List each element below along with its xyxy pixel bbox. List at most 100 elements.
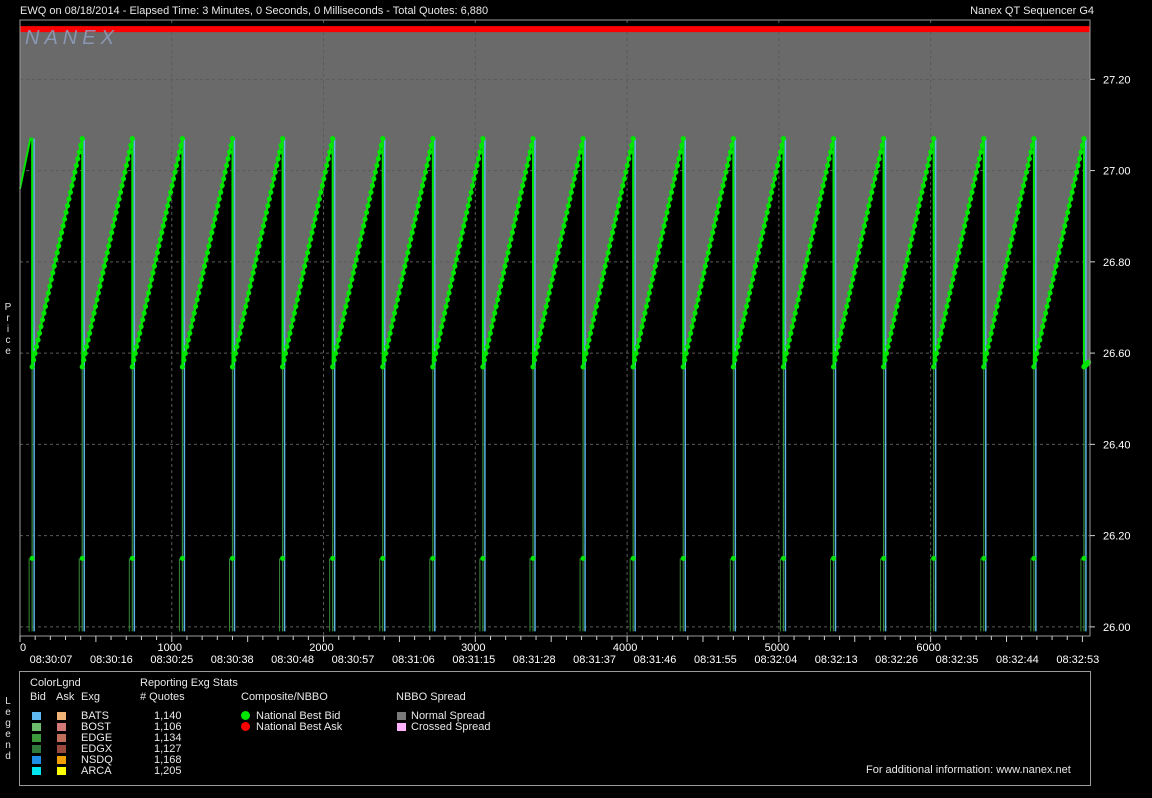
low-bid-marker	[179, 555, 185, 561]
best-bid-point	[467, 196, 473, 202]
best-bid-point	[985, 344, 991, 350]
best-bid-point	[72, 169, 78, 175]
best-bid-point	[911, 223, 918, 229]
best-bid-point	[144, 297, 150, 303]
best-bid-point	[1065, 209, 1071, 216]
best-bid-point	[1003, 263, 1009, 269]
best-bid-point	[237, 330, 243, 336]
best-bid-point	[150, 270, 156, 276]
best-bid-point	[667, 196, 673, 202]
best-bid-point	[1044, 303, 1050, 309]
best-bid-point	[447, 283, 454, 289]
nanex-watermark: NANEX	[25, 27, 119, 49]
best-bid-point	[863, 216, 869, 222]
best-bid-point	[852, 263, 859, 269]
best-bid-point	[791, 317, 797, 323]
best-bid-point	[926, 156, 932, 162]
crossed-spread-swatch	[397, 723, 406, 731]
best-bid-point	[931, 364, 937, 370]
best-ask-label: National Best Ask	[256, 721, 343, 733]
best-bid-point	[945, 297, 952, 303]
best-bid-point	[991, 317, 997, 323]
best-bid-point	[960, 229, 966, 236]
y-tick-label: 27.00	[1103, 166, 1131, 178]
best-bid-point	[1060, 229, 1066, 236]
best-bid-point	[458, 236, 464, 242]
low-bid-marker	[430, 555, 436, 561]
best-bid-point	[496, 290, 502, 296]
low-bid-marker	[129, 555, 135, 561]
best-bid-point	[481, 357, 487, 363]
best-bid-point	[154, 250, 160, 256]
ask-color-swatch	[57, 745, 66, 753]
best-bid-point	[907, 243, 913, 249]
best-bid-point	[82, 350, 88, 356]
best-bid-point	[294, 297, 300, 303]
best-bid-point	[826, 156, 832, 162]
best-bid-point	[78, 142, 84, 148]
best-bid-point	[876, 156, 882, 162]
best-bid-point	[325, 156, 331, 162]
time-tick-label: 08:30:38	[211, 654, 254, 666]
best-bid-point	[63, 209, 69, 216]
best-bid-point	[452, 263, 458, 269]
best-bid-point	[147, 283, 153, 289]
best-bid-point	[340, 317, 346, 323]
best-bid-point	[885, 344, 891, 350]
best-bid-point	[810, 229, 816, 236]
best-bid-point	[331, 357, 337, 363]
best-bid-point	[141, 310, 147, 316]
best-bid-point	[365, 203, 371, 209]
best-bid-point	[1081, 136, 1087, 142]
best-bid-point	[223, 162, 230, 169]
x-tick-label: 5000	[765, 642, 789, 654]
best-bid-point	[134, 344, 140, 350]
bid-color-swatch	[32, 734, 41, 742]
best-bid-point	[269, 183, 275, 189]
best-bid-point	[630, 136, 636, 142]
best-bid-point	[593, 303, 599, 309]
best-bid-point	[967, 196, 974, 202]
best-bid-point	[730, 364, 736, 370]
best-bid-point	[764, 209, 770, 216]
best-bid-point	[368, 189, 374, 195]
best-bid-point	[1001, 270, 1007, 276]
best-bid-point	[579, 142, 585, 148]
vl-price-char: c	[5, 335, 11, 346]
x-tick-label: 2000	[309, 642, 333, 654]
best-bid-point	[838, 330, 844, 336]
best-bid-point	[1075, 162, 1081, 169]
best-bid-point	[947, 290, 953, 296]
y-tick-label: 26.20	[1103, 531, 1131, 543]
best-bid-point	[198, 276, 205, 283]
best-bid-point	[271, 176, 277, 182]
best-bid-point	[1013, 216, 1019, 222]
best-bid-point	[807, 243, 813, 249]
best-bid-point	[537, 330, 543, 336]
best-bid-point	[565, 203, 571, 209]
best-bid-point	[468, 189, 474, 195]
best-bid-point	[553, 256, 560, 263]
best-bid-point	[209, 229, 215, 236]
best-bid-point	[235, 337, 241, 343]
best-bid-point	[253, 256, 259, 263]
best-bid-point	[188, 323, 194, 330]
best-bid-point	[32, 350, 38, 356]
best-bid-point	[590, 317, 596, 323]
bid-color-swatch	[32, 767, 41, 775]
best-bid-point	[113, 209, 119, 216]
best-bid-point	[735, 344, 741, 350]
best-bid-point	[260, 223, 267, 229]
best-bid-point	[913, 216, 919, 222]
best-bid-point	[551, 270, 557, 276]
best-bid-point	[309, 229, 315, 236]
x-tick-label: 6000	[916, 642, 940, 654]
best-bid-point	[104, 250, 110, 256]
color-legend-title: ColorLgnd	[30, 677, 81, 689]
best-bid-point	[162, 216, 168, 222]
best-bid-point	[682, 357, 688, 363]
best-bid-point	[100, 270, 106, 276]
best-bid-point	[1028, 149, 1034, 155]
best-bid-point	[1020, 183, 1027, 189]
best-bid-point	[291, 310, 297, 316]
